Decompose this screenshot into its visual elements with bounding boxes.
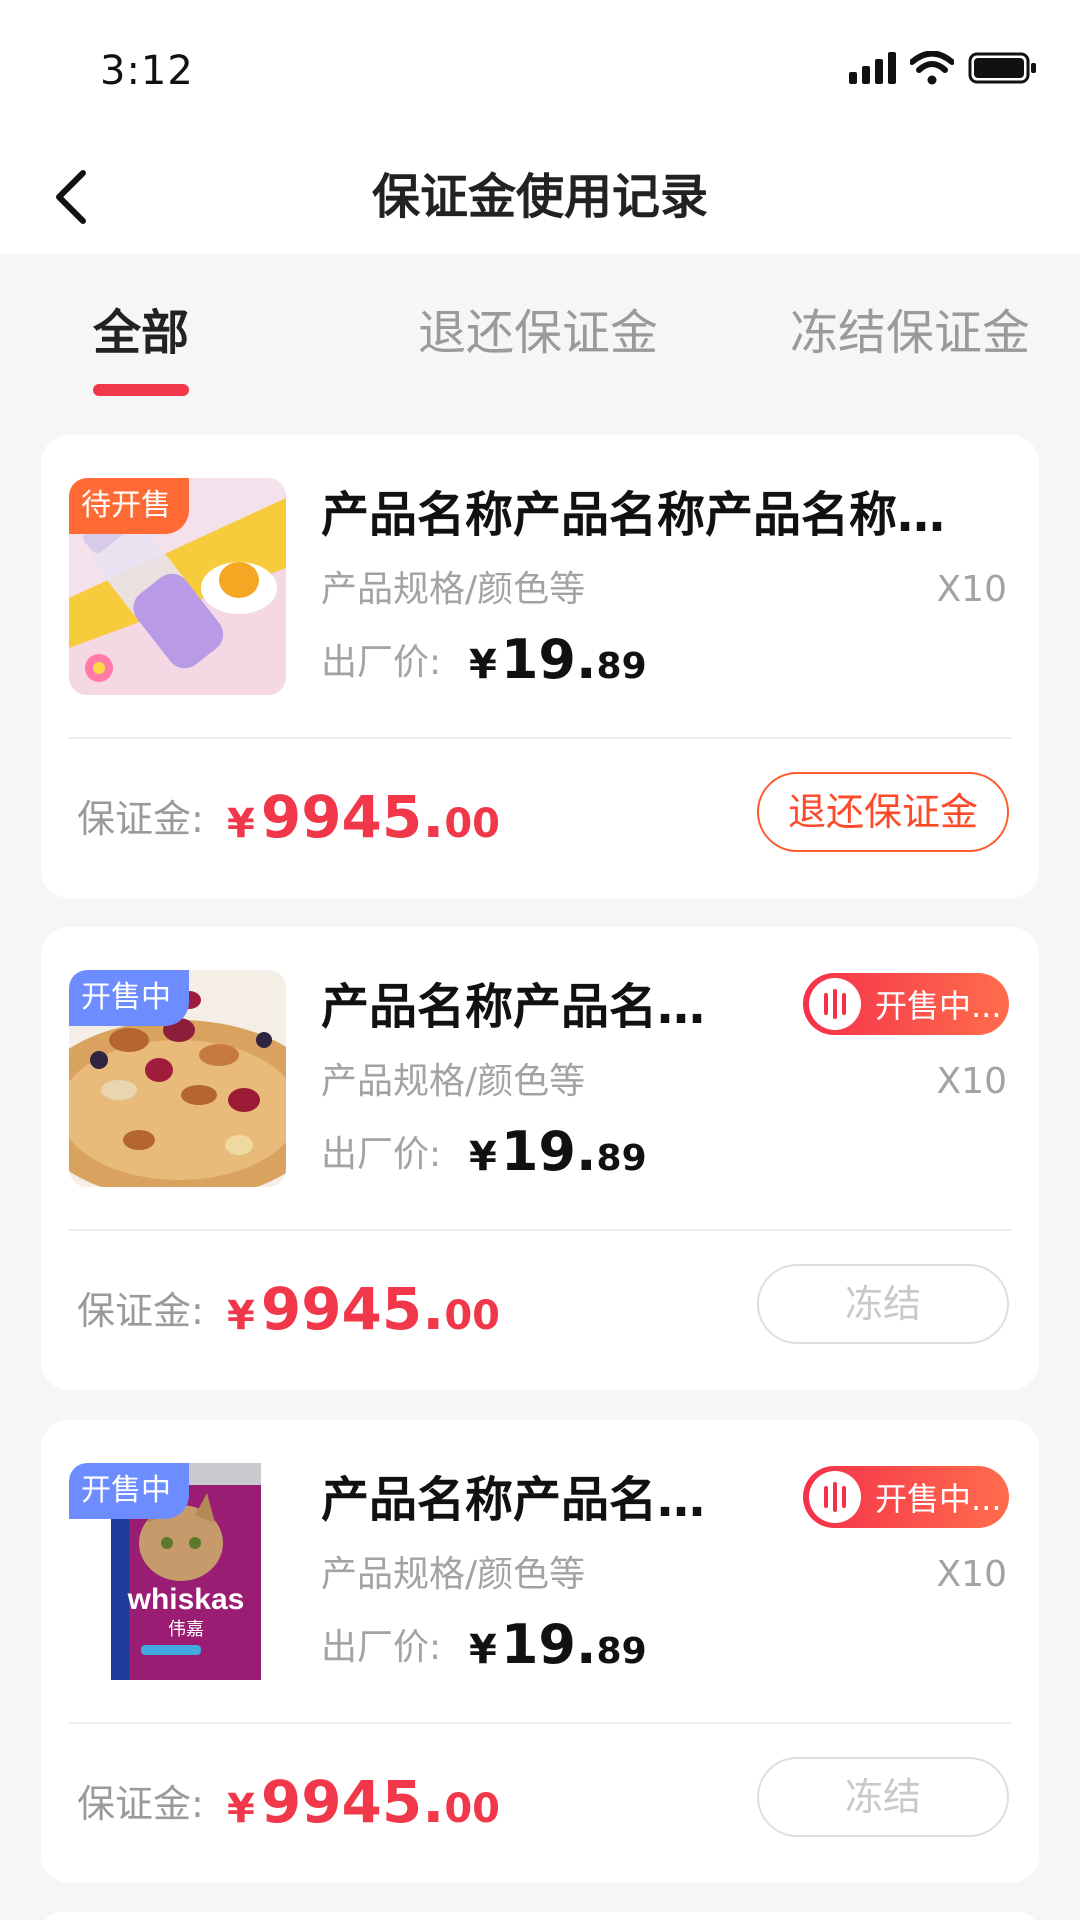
deposit-label: 保证金:	[77, 1289, 204, 1333]
status-time: 3:12	[100, 48, 194, 94]
deposit-label: 保证金:	[77, 797, 204, 841]
price-currency: ¥	[469, 642, 497, 688]
deposit-decimal: 00	[444, 1293, 500, 1339]
divider	[69, 1229, 1011, 1231]
whiskas-brand-text: whiskas	[127, 1583, 245, 1616]
deposit-currency: ¥	[227, 1786, 255, 1832]
tab-frozen-deposit[interactable]: 冻结保证金	[790, 298, 1030, 368]
product-status-tag: 待开售	[69, 478, 189, 534]
badge-label: 开售中...	[875, 987, 1002, 1025]
deposit-integer: 9945.	[260, 1275, 445, 1343]
deposit-currency: ¥	[227, 801, 255, 847]
deposit-integer: 9945.	[260, 1768, 445, 1836]
deposit-record-card[interactable]: 开售中 产品名称产品名… 开售中... 产品规格/颜色等 X10 出厂价: ¥1…	[41, 927, 1039, 1390]
tab-refund-deposit[interactable]: 退还保证金	[418, 298, 658, 368]
deposit-amount: ¥9945.00	[227, 1269, 500, 1364]
divider	[69, 1722, 1011, 1724]
whiskas-brand-cn-text: 伟嘉	[168, 1619, 204, 1640]
status-bar: 3:12	[0, 0, 1080, 140]
product-name: 产品名称产品名…	[321, 979, 706, 1035]
deposit-integer: 9945.	[260, 783, 445, 851]
factory-price-label: 出厂价:	[321, 1627, 442, 1668]
live-bars-icon	[809, 978, 861, 1030]
divider	[69, 737, 1011, 739]
product-spec: 产品规格/颜色等	[321, 1554, 586, 1595]
product-thumbnail: 开售中	[69, 970, 286, 1187]
product-thumbnail: 待开售	[69, 478, 286, 695]
price-decimal: 89	[596, 646, 647, 687]
tab-all[interactable]: 全部	[93, 298, 189, 368]
deposit-record-card[interactable]: 待开售 产品名称产品名称产品名称… 产品规格/颜色等 X10 出厂价: ¥19.…	[41, 435, 1039, 898]
price-decimal: 89	[596, 1138, 647, 1179]
factory-price: ¥19.89	[469, 625, 647, 708]
price-integer: 19.	[500, 1120, 597, 1183]
factory-price-label: 出厂价:	[321, 1134, 442, 1175]
signal-icon	[849, 52, 896, 84]
deposit-currency: ¥	[227, 1293, 255, 1339]
deposit-record-card[interactable]: whiskas 伟嘉 开售中 产品名称产品名… 开售中... 产品规格/颜色等 …	[41, 1420, 1039, 1883]
deposit-amount: ¥9945.00	[227, 777, 500, 872]
price-currency: ¥	[469, 1134, 497, 1180]
product-thumbnail: whiskas 伟嘉 开售中	[69, 1463, 286, 1680]
freeze-button[interactable]: 冻结	[757, 1757, 1009, 1837]
wifi-icon	[910, 51, 954, 85]
product-spec: 产品规格/颜色等	[321, 1061, 586, 1102]
deposit-amount: ¥9945.00	[227, 1762, 500, 1857]
factory-price: ¥19.89	[469, 1610, 647, 1693]
product-quantity: X10	[936, 1061, 1007, 1102]
product-status-tag: 开售中	[69, 970, 189, 1026]
on-sale-badge[interactable]: 开售中...	[803, 973, 1009, 1035]
on-sale-badge[interactable]: 开售中...	[803, 1466, 1009, 1528]
live-bars-icon	[809, 1471, 861, 1523]
factory-price-label: 出厂价:	[321, 642, 442, 683]
freeze-button[interactable]: 冻结	[757, 1264, 1009, 1344]
deposit-record-card-partial	[41, 1912, 1039, 1920]
battery-icon	[968, 52, 1036, 84]
product-name: 产品名称产品名称产品名称…	[321, 487, 946, 543]
factory-price: ¥19.89	[469, 1117, 647, 1200]
price-integer: 19.	[500, 1613, 597, 1676]
product-spec: 产品规格/颜色等	[321, 569, 586, 610]
page-title: 保证金使用记录	[371, 169, 708, 225]
nav-bar: 保证金使用记录	[0, 140, 1080, 254]
price-integer: 19.	[500, 628, 597, 691]
product-name: 产品名称产品名…	[321, 1472, 706, 1528]
badge-label: 开售中...	[875, 1480, 1002, 1518]
product-status-tag: 开售中	[69, 1463, 189, 1519]
deposit-decimal: 00	[444, 801, 500, 847]
price-decimal: 89	[596, 1631, 647, 1672]
product-quantity: X10	[936, 569, 1007, 610]
deposit-label: 保证金:	[77, 1782, 204, 1826]
price-currency: ¥	[469, 1627, 497, 1673]
product-quantity: X10	[936, 1554, 1007, 1595]
deposit-decimal: 00	[444, 1786, 500, 1832]
tab-active-indicator	[93, 384, 189, 396]
filter-tabs: 全部 退还保证金 冻结保证金	[0, 254, 1080, 404]
status-icons	[849, 48, 1038, 88]
refund-deposit-button[interactable]: 退还保证金	[757, 772, 1009, 852]
